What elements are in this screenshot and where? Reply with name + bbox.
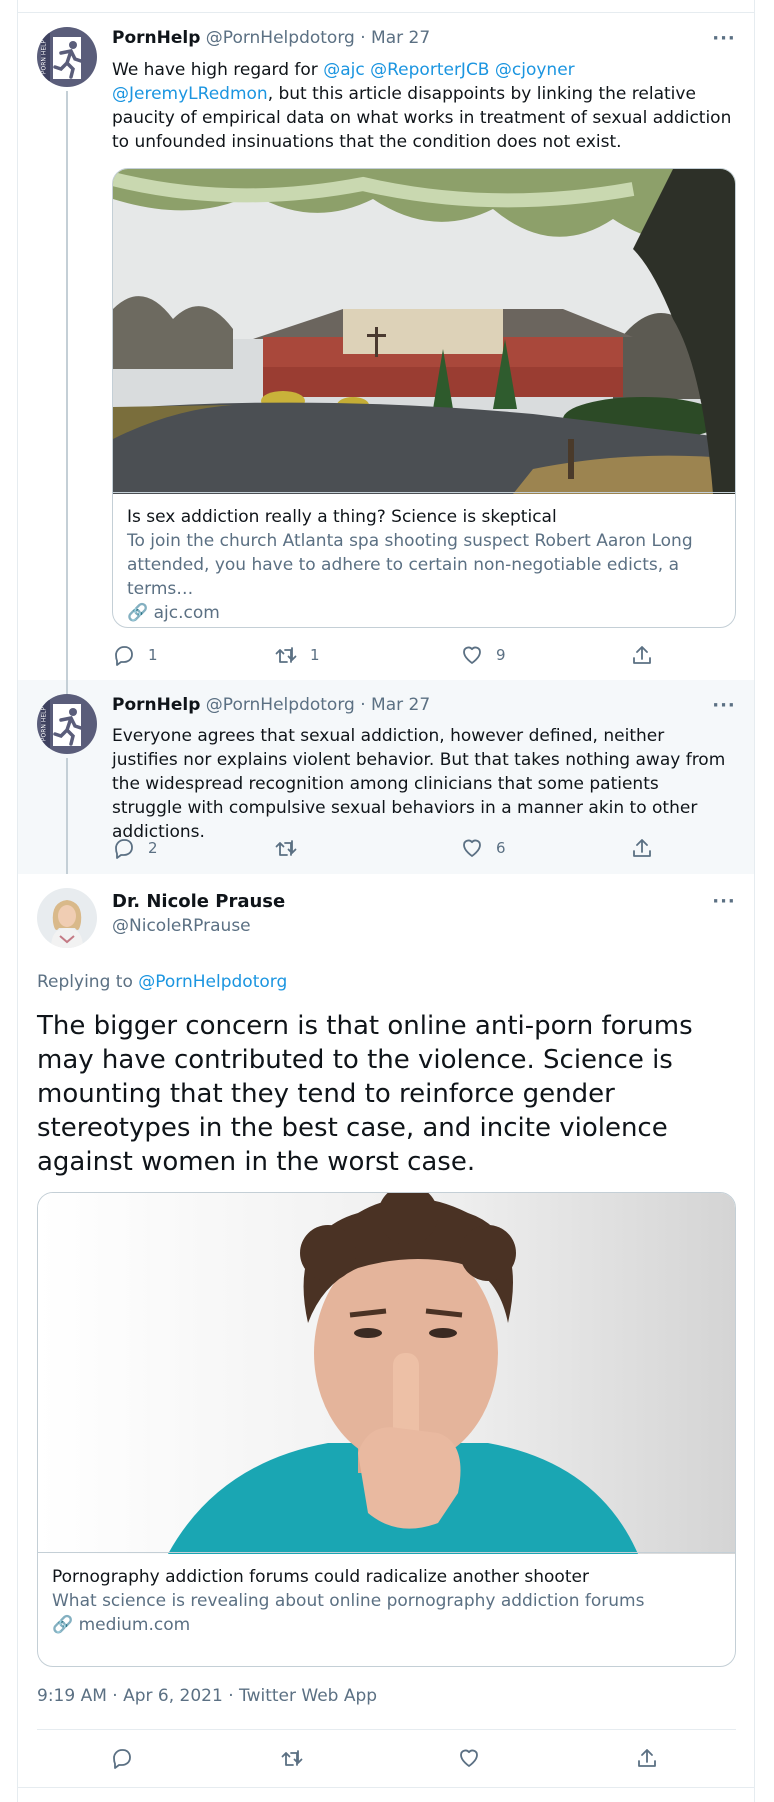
replying-to-link[interactable]: @PornHelpdotorg [138, 972, 287, 992]
author-name[interactable]: PornHelp [112, 695, 200, 715]
reply-icon [115, 839, 133, 859]
separator: · [360, 28, 366, 48]
author-name[interactable]: Dr. Nicole Prause [112, 890, 285, 914]
share-icon [638, 1749, 656, 1767]
separator: · [360, 695, 366, 715]
more-options-icon[interactable]: ··· [712, 30, 736, 53]
heart-icon [463, 839, 481, 857]
mention-link[interactable]: @cjoyner [495, 60, 575, 80]
tweet-actions: 1 1 9 [112, 641, 714, 669]
avatar[interactable]: PORN HELP [37, 27, 97, 87]
retweet-icon [275, 840, 297, 856]
card-meta: Pornography addiction forums could radic… [38, 1552, 735, 1666]
reply-button[interactable] [110, 1744, 134, 1772]
mention-link[interactable]: @ajc [323, 60, 365, 80]
running-figure-logo-icon: PORN HELP [37, 694, 97, 754]
card-meta: Is sex addiction really a thing? Science… [113, 492, 735, 627]
thread-connector-line [66, 91, 68, 680]
author-handle[interactable]: @NicoleRPrause [112, 914, 251, 938]
reply-count: 1 [148, 646, 158, 664]
tweet-timestamp[interactable]: 9:19 AM · Apr 6, 2021 · Twitter Web App [37, 1684, 377, 1708]
card-domain: ajc.com [153, 603, 220, 623]
heart-icon [463, 646, 481, 664]
reply-button[interactable]: 1 [112, 641, 158, 669]
card-image-man [38, 1193, 735, 1554]
like-button[interactable]: 6 [460, 834, 506, 862]
heart-icon [460, 1749, 478, 1767]
share-icon [633, 839, 651, 857]
share-icon [633, 646, 651, 664]
focused-tweet: Dr. Nicole Prause @NicoleRPrause ··· Rep… [18, 874, 754, 1802]
retweet-button[interactable]: 1 [274, 641, 320, 669]
share-button[interactable] [635, 1744, 659, 1772]
avatar[interactable]: PORN HELP [37, 694, 97, 754]
thread-connector-line [66, 758, 68, 874]
profile-photo [37, 888, 97, 948]
share-button[interactable] [630, 834, 654, 862]
timeline-column: PORN HELP PornHelp @PornHelpdotorg · Mar… [17, 0, 755, 1802]
link-icon: 🔗 [127, 603, 149, 623]
tweet-date[interactable]: Mar 27 [371, 28, 430, 48]
tweet-text: The bigger concern is that online anti-p… [37, 1011, 693, 1177]
tweet-header: PornHelp @PornHelpdotorg · Mar 27 [112, 27, 734, 49]
like-button[interactable]: 9 [460, 641, 506, 669]
bottom-divider [18, 1787, 754, 1788]
card-link[interactable]: 🔗 ajc.com [127, 601, 721, 625]
mention-link[interactable]: @JeremyLRedmon [112, 84, 268, 104]
more-options-icon[interactable]: ··· [712, 697, 736, 720]
tweet-text: We have high regard for @ajc @ReporterJC… [112, 58, 734, 154]
card-title[interactable]: Pornography addiction forums could radic… [52, 1565, 721, 1589]
link-icon: 🔗 [52, 1615, 74, 1635]
more-options-icon[interactable]: ··· [712, 893, 736, 916]
divider [37, 1729, 736, 1730]
card-link[interactable]: 🔗 medium.com [52, 1613, 721, 1637]
tweet-date[interactable]: Mar 27 [371, 695, 430, 715]
svg-text:PORN HELP: PORN HELP [41, 40, 48, 75]
retweet-icon [281, 1750, 303, 1766]
reply-count: 2 [148, 839, 158, 857]
tweet-text: Everyone agrees that sexual addiction, h… [112, 726, 726, 842]
share-button[interactable] [630, 641, 654, 669]
reply-icon [115, 646, 133, 666]
like-count: 6 [496, 839, 506, 857]
church-photo [113, 169, 735, 494]
retweet-count: 1 [310, 646, 320, 664]
replying-to: Replying to @PornHelpdotorg [37, 970, 287, 994]
thread-connector-line [66, 680, 68, 694]
retweet-button[interactable] [280, 1744, 304, 1772]
like-count: 9 [496, 646, 506, 664]
card-description: What science is revealing about online p… [52, 1591, 645, 1611]
author-handle[interactable]: @PornHelpdotorg [206, 28, 355, 48]
shushing-man-photo [38, 1193, 735, 1554]
retweet-icon [275, 647, 297, 663]
card-description: To join the church Atlanta spa shooting … [127, 531, 693, 599]
mention-link[interactable]: @ReporterJCB [370, 60, 489, 80]
tweet-1[interactable]: PORN HELP PornHelp @PornHelpdotorg · Mar… [18, 13, 754, 680]
author-name[interactable]: PornHelp [112, 28, 200, 48]
tweet-2[interactable]: PORN HELP PornHelp @PornHelpdotorg · Mar… [18, 680, 754, 874]
tweet-actions [110, 1744, 714, 1772]
tweet-text-intro: We have high regard for [112, 60, 324, 80]
avatar[interactable] [37, 888, 97, 948]
card-title[interactable]: Is sex addiction really a thing? Science… [127, 505, 721, 529]
svg-text:PORN HELP: PORN HELP [41, 707, 48, 742]
author-handle[interactable]: @PornHelpdotorg [206, 695, 355, 715]
reply-icon [113, 1749, 131, 1769]
replying-to-label: Replying to [37, 972, 139, 992]
like-button[interactable] [457, 1744, 481, 1772]
running-figure-logo-icon: PORN HELP [37, 27, 97, 87]
card-image-church [113, 169, 735, 494]
tweet-actions: 2 6 [112, 834, 714, 862]
retweet-button[interactable] [274, 834, 310, 862]
card-domain: medium.com [78, 1615, 191, 1635]
link-card[interactable]: Pornography addiction forums could radic… [37, 1192, 736, 1667]
reply-button[interactable]: 2 [112, 834, 158, 862]
link-card[interactable]: Is sex addiction really a thing? Science… [112, 168, 736, 628]
tweet-header: PornHelp @PornHelpdotorg · Mar 27 [112, 694, 734, 716]
